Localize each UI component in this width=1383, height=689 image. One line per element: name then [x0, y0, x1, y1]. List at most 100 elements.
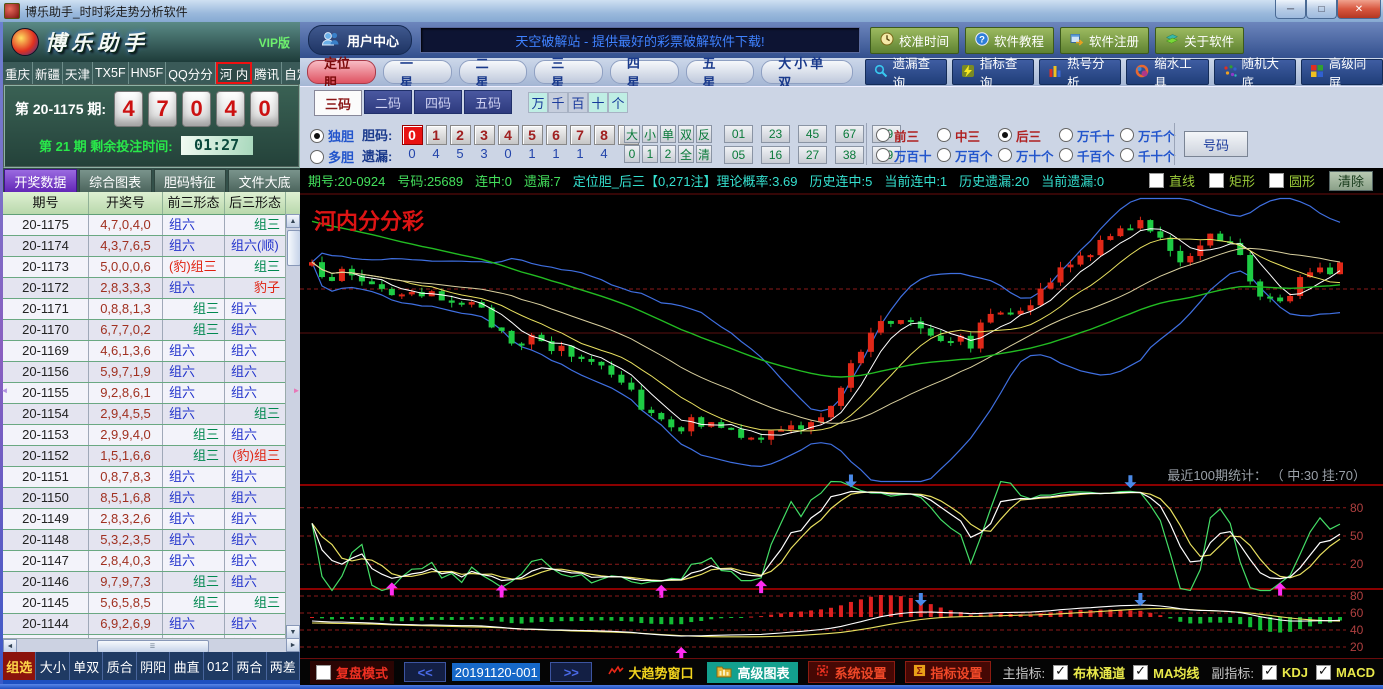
- data-tab[interactable]: 文件大底: [228, 169, 301, 193]
- pair-button[interactable]: 05: [724, 146, 753, 164]
- clear-button[interactable]: 清除: [1329, 171, 1373, 191]
- pos-toggle[interactable]: 万: [528, 92, 548, 113]
- mode-pill[interactable]: 五 星: [686, 60, 755, 84]
- top-button-about[interactable]: 关于软件: [1155, 27, 1244, 54]
- pattern-tab[interactable]: 两差: [267, 652, 300, 680]
- pattern-tab[interactable]: 质合: [103, 652, 136, 680]
- radio-icon[interactable]: [1059, 148, 1073, 162]
- region-tab[interactable]: 重庆: [3, 62, 33, 84]
- date-field[interactable]: 20191120-001: [452, 663, 540, 681]
- code-tab[interactable]: 五码: [464, 90, 512, 114]
- pair-button[interactable]: 27: [798, 146, 827, 164]
- radio-icon[interactable]: [1120, 148, 1134, 162]
- column-header[interactable]: 开奖号: [89, 192, 163, 214]
- pair-button[interactable]: 45: [798, 125, 827, 143]
- mode-pill[interactable]: 一 星: [383, 60, 452, 84]
- quick-button[interactable]: 双: [678, 125, 694, 143]
- pattern-tab[interactable]: 012: [204, 652, 233, 680]
- region-tab[interactable]: 河 内: [216, 62, 252, 84]
- indicator-settings-button[interactable]: Σ 指标设置: [905, 661, 991, 683]
- table-row[interactable]: 20-11446,9,2,6,9组六组六: [3, 614, 300, 635]
- table-row[interactable]: 20-11565,9,7,1,9组六组六: [3, 362, 300, 383]
- pos-toggle[interactable]: 十: [588, 92, 608, 113]
- quick-button[interactable]: 2: [660, 145, 676, 163]
- table-row[interactable]: 20-11735,0,0,0,6(豹)组三组三: [3, 257, 300, 278]
- table-row[interactable]: 20-11559,2,8,6,1组六组六: [3, 383, 300, 404]
- danma-digit-button[interactable]: 5: [522, 125, 543, 145]
- position-radio[interactable]: 万百十: [876, 145, 935, 165]
- radio-icon[interactable]: [998, 148, 1012, 162]
- horizontal-scrollbar[interactable]: ◄ ☰ ►: [3, 638, 300, 652]
- tool-button[interactable]: 高级同屏: [1301, 59, 1383, 85]
- danma-digit-button[interactable]: 7: [570, 125, 591, 145]
- table-row[interactable]: 20-11744,3,7,6,5组六组六(顺): [3, 236, 300, 257]
- mode-pill[interactable]: 定位胆: [307, 60, 376, 84]
- mode-pill[interactable]: 大小单双: [761, 60, 852, 84]
- quick-button[interactable]: 反: [696, 125, 712, 143]
- data-tab[interactable]: 开奖数据: [4, 169, 77, 193]
- danma-digit-button[interactable]: 2: [450, 125, 471, 145]
- tool-button[interactable]: 随机大底: [1214, 59, 1296, 85]
- table-row[interactable]: 20-11542,9,4,5,5组六组三: [3, 404, 300, 425]
- top-button-register[interactable]: 软件注册: [1060, 27, 1149, 54]
- radio-icon[interactable]: [876, 128, 890, 142]
- mode-pill[interactable]: 四 星: [610, 60, 679, 84]
- code-tab[interactable]: 三码: [314, 90, 362, 116]
- pos-toggle[interactable]: 百: [568, 92, 588, 113]
- code-tab[interactable]: 二码: [364, 90, 412, 114]
- user-center-button[interactable]: 用户中心: [308, 25, 412, 55]
- region-tab[interactable]: TX5F: [93, 62, 129, 84]
- table-row[interactable]: 20-11508,5,1,6,8组六组六: [3, 488, 300, 509]
- table-row[interactable]: 20-11492,8,3,2,6组六组六: [3, 509, 300, 530]
- danma-digit-button[interactable]: 0: [402, 125, 423, 145]
- column-header[interactable]: 后三形态: [225, 192, 286, 214]
- table-row[interactable]: 20-11472,8,4,0,3组六组六: [3, 551, 300, 572]
- data-tab[interactable]: 胆码特征: [154, 169, 227, 193]
- draw-checkbox[interactable]: 圆形: [1269, 171, 1315, 190]
- table-row[interactable]: 20-11455,6,5,8,5组三组三: [3, 593, 300, 614]
- replay-mode-toggle[interactable]: 复盘模式: [310, 661, 394, 684]
- indicator-checkbox[interactable]: MA均线: [1133, 663, 1199, 682]
- vertical-scrollbar[interactable]: ▲ ▼: [285, 214, 300, 639]
- danma-digit-button[interactable]: 1: [426, 125, 447, 145]
- radio-icon[interactable]: [310, 150, 324, 164]
- column-header[interactable]: 期号: [3, 192, 89, 214]
- close-button[interactable]: ✕: [1337, 0, 1381, 19]
- prev-period-button[interactable]: <<: [404, 662, 446, 682]
- danma-digit-button[interactable]: 8: [594, 125, 615, 145]
- position-radio[interactable]: 中三: [937, 125, 996, 145]
- mode-pill[interactable]: 三 星: [534, 60, 603, 84]
- system-settings-button[interactable]: 系统设置: [808, 661, 894, 683]
- checkbox-checked-icon[interactable]: [1316, 665, 1331, 680]
- vertical-scroll-thumb[interactable]: [287, 230, 300, 266]
- trend-window-button[interactable]: 大趋势窗口: [608, 663, 693, 682]
- table-row[interactable]: 20-11694,6,1,3,6组六组六: [3, 341, 300, 362]
- checkbox-icon[interactable]: [1269, 173, 1284, 188]
- mode-pill[interactable]: 二 星: [459, 60, 528, 84]
- position-radio[interactable]: 千百个: [1059, 145, 1118, 165]
- pattern-tab[interactable]: 组选: [3, 652, 36, 680]
- table-row[interactable]: 20-11485,3,2,3,5组六组六: [3, 530, 300, 551]
- quick-button[interactable]: 1: [642, 145, 658, 163]
- top-button-help[interactable]: ?软件教程: [965, 27, 1054, 54]
- column-header[interactable]: 前三形态: [163, 192, 225, 214]
- tool-button[interactable]: 指标查询: [952, 59, 1034, 85]
- checkbox-icon[interactable]: [1209, 173, 1224, 188]
- radio-icon[interactable]: [937, 128, 951, 142]
- position-radio[interactable]: 万十个: [998, 145, 1057, 165]
- scroll-right-icon[interactable]: ►: [286, 638, 300, 652]
- pair-button[interactable]: 67: [835, 125, 864, 143]
- region-tab[interactable]: 新疆: [33, 62, 63, 84]
- trend-chart-canvas[interactable]: 河内分分彩最近100期统计： （ 中:30 挂:70）8050208060402…: [300, 193, 1383, 658]
- code-tab[interactable]: 四码: [414, 90, 462, 114]
- radio-icon[interactable]: [998, 128, 1012, 142]
- trend-chart-area[interactable]: 河内分分彩最近100期统计： （ 中:30 挂:70）8050208060402…: [300, 193, 1383, 658]
- pattern-tab[interactable]: 曲直: [170, 652, 203, 680]
- indicator-checkbox[interactable]: MACD: [1316, 665, 1375, 680]
- radio-icon[interactable]: [310, 129, 324, 143]
- replay-checkbox-icon[interactable]: [316, 665, 331, 680]
- haoma-button[interactable]: 号码: [1184, 131, 1248, 157]
- advanced-chart-button[interactable]: 高级图表: [707, 662, 798, 683]
- region-tab[interactable]: 天津: [63, 62, 93, 84]
- dan-radio[interactable]: 独胆: [310, 125, 354, 146]
